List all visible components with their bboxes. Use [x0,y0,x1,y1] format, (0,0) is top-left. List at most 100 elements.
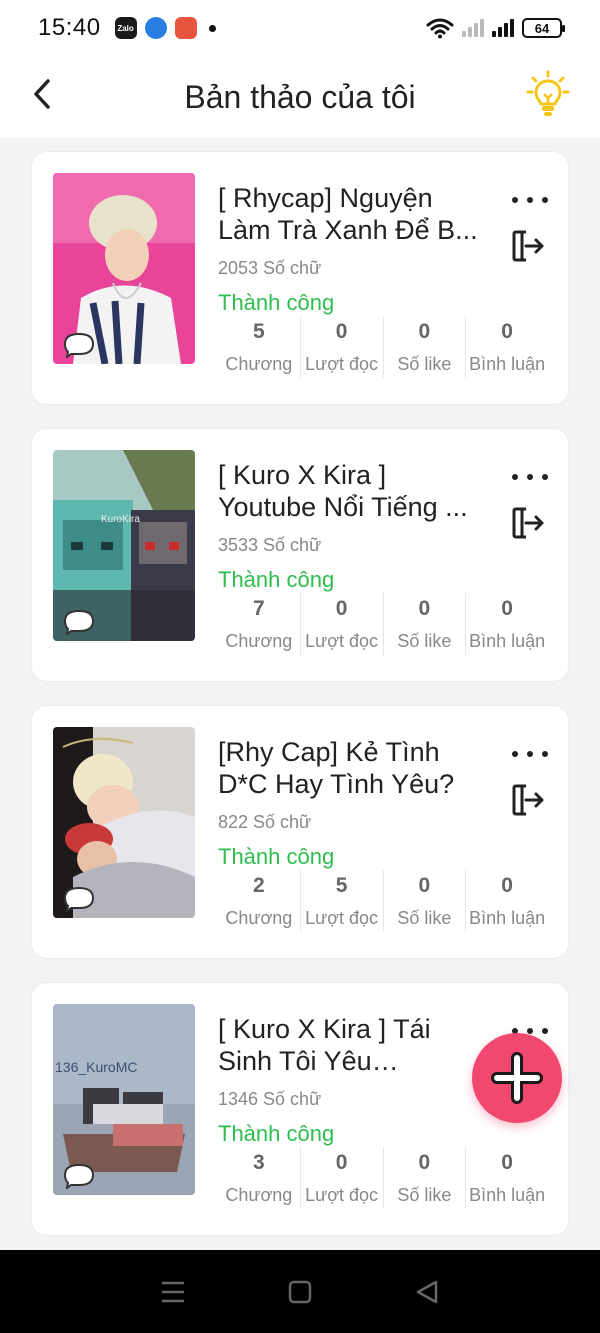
comment-bubble-icon [63,332,95,358]
stat-reads: 0 Lượt đọc [299,1147,383,1209]
draft-title[interactable]: [ Kuro X Kira ] Youtube Nổi Tiếng ... [218,459,480,523]
plus-icon [491,1052,543,1104]
stat-value: 7 [253,597,265,620]
stat-value: 0 [501,874,513,897]
stat-value: 2 [253,874,265,897]
cover-watermark-text: KuroKira [101,514,140,525]
stat-comments: 0 Bình luận [465,593,548,655]
stat-label: Chương [225,354,293,374]
stat-label: Số like [397,354,452,374]
draft-stats: 7 Chương 0 Lượt đọc 0 Số like 0 Bình luận [218,593,548,655]
page-title: Bản thảo của tôi [184,78,416,115]
square-icon [288,1280,312,1303]
add-draft-button[interactable] [472,1033,562,1123]
comment-bubble-icon [63,1163,95,1189]
stat-comments: 0 Bình luận [465,870,548,932]
draft-title[interactable]: [ Kuro X Kira ] Tái Sinh Tôi Yêu Thươn..… [218,1013,480,1077]
status-label: Thành công [218,567,335,592]
stat-value: 5 [253,320,265,343]
stat-value: 0 [335,597,348,620]
wifi-icon [426,18,454,39]
cover-watermark-text: 136_KuroMC [55,1059,138,1075]
word-count: 822 Số chữ [218,812,312,832]
stat-label: Bình luận [469,354,546,374]
stat-comments: 0 Bình luận [465,1147,548,1209]
stat-label: Lượt đọc [305,354,379,374]
status-indicators: 64 [426,17,565,39]
draft-card[interactable]: [ Rhycap] Nguyện Làm Trà Xanh Để B... 20… [32,152,568,404]
stat-value: 0 [335,320,348,343]
comment-bubble-icon [63,886,95,912]
export-icon[interactable] [512,505,546,541]
stat-label: Số like [397,631,452,651]
lightbulb-icon [526,70,570,116]
stat-chapters: 2 Chương [218,870,300,932]
back-button[interactable] [26,74,58,114]
stat-chapters: 5 Chương [218,316,300,378]
stat-comments: 0 Bình luận [465,316,548,378]
signal-sim2-icon [492,19,514,37]
draft-card[interactable]: KuroKira [ Kuro X Kira ] Youtube Nổi Tiế… [32,429,568,681]
stat-label: Bình luận [469,1185,546,1205]
stat-value: 5 [335,874,348,897]
more-options-button[interactable] [512,467,548,487]
stat-reads: 0 Lượt đọc [299,593,383,655]
game-icon [174,17,197,39]
home-button[interactable] [280,1272,320,1312]
stat-value: 0 [418,874,431,897]
stat-value: 0 [418,597,431,620]
stat-label: Chương [225,631,293,651]
status-app-icons: Zalo [114,17,216,39]
draft-cover-image[interactable] [53,727,195,918]
stat-likes: 0 Số like [382,316,466,378]
stat-label: Chương [225,908,293,928]
stat-reads: 5 Lượt đọc [299,870,383,932]
stat-value: 0 [501,597,513,620]
draft-stats: 5 Chương 0 Lượt đọc 0 Số like 0 Bình luận [218,316,548,378]
status-label: Thành công [218,844,335,869]
draft-cover-image[interactable]: KuroKira [53,450,195,641]
word-count: 1346 Số chữ [218,1089,322,1109]
messenger-icon [144,17,167,39]
stat-label: Chương [225,1185,293,1205]
export-icon[interactable] [512,782,546,818]
battery-icon: 64 [522,18,565,38]
word-count: 3533 Số chữ [218,535,322,555]
more-options-button[interactable] [512,744,548,764]
draft-card[interactable]: [Rhy Cap] Kẻ Tình D*C Hay Tình Yêu? 822 … [32,706,568,958]
status-time: 15:40 [38,14,101,41]
status-bar: 15:40 Zalo 64 [0,0,600,56]
stat-value: 0 [418,1151,431,1174]
recent-apps-button[interactable] [153,1272,193,1312]
draft-stats: 2 Chương 5 Lượt đọc 0 Số like 0 Bình luận [218,870,548,932]
status-label: Thành công [218,1121,335,1146]
stat-likes: 0 Số like [382,1147,466,1209]
draft-cover-image[interactable]: 136_KuroMC [53,1004,195,1195]
more-options-button[interactable] [512,190,548,210]
draft-title[interactable]: [ Rhycap] Nguyện Làm Trà Xanh Để B... [218,182,480,246]
stat-likes: 0 Số like [382,593,466,655]
signal-sim1-icon [462,19,484,37]
stat-label: Lượt đọc [305,631,379,651]
stat-value: 0 [335,1151,348,1174]
stat-likes: 0 Số like [382,870,466,932]
stat-value: 0 [501,320,513,343]
draft-stats: 3 Chương 0 Lượt đọc 0 Số like 0 Bình luận [218,1147,548,1209]
stat-label: Lượt đọc [305,1185,379,1205]
stat-value: 3 [253,1151,265,1174]
triangle-back-icon [416,1280,437,1303]
notification-dot-icon [208,24,216,32]
stat-label: Bình luận [469,908,546,928]
stat-label: Số like [397,908,452,928]
chevron-left-icon [34,79,50,109]
stat-value: 0 [418,320,431,343]
draft-title[interactable]: [Rhy Cap] Kẻ Tình D*C Hay Tình Yêu? [218,736,480,800]
back-nav-button[interactable] [407,1272,447,1312]
export-icon[interactable] [512,228,546,264]
tips-button[interactable] [526,70,570,120]
app-header: Bản thảo của tôi [0,56,600,138]
draft-cover-image[interactable] [53,173,195,364]
comment-bubble-icon [63,609,95,635]
system-nav-bar [0,1250,600,1333]
stat-label: Lượt đọc [305,908,379,928]
